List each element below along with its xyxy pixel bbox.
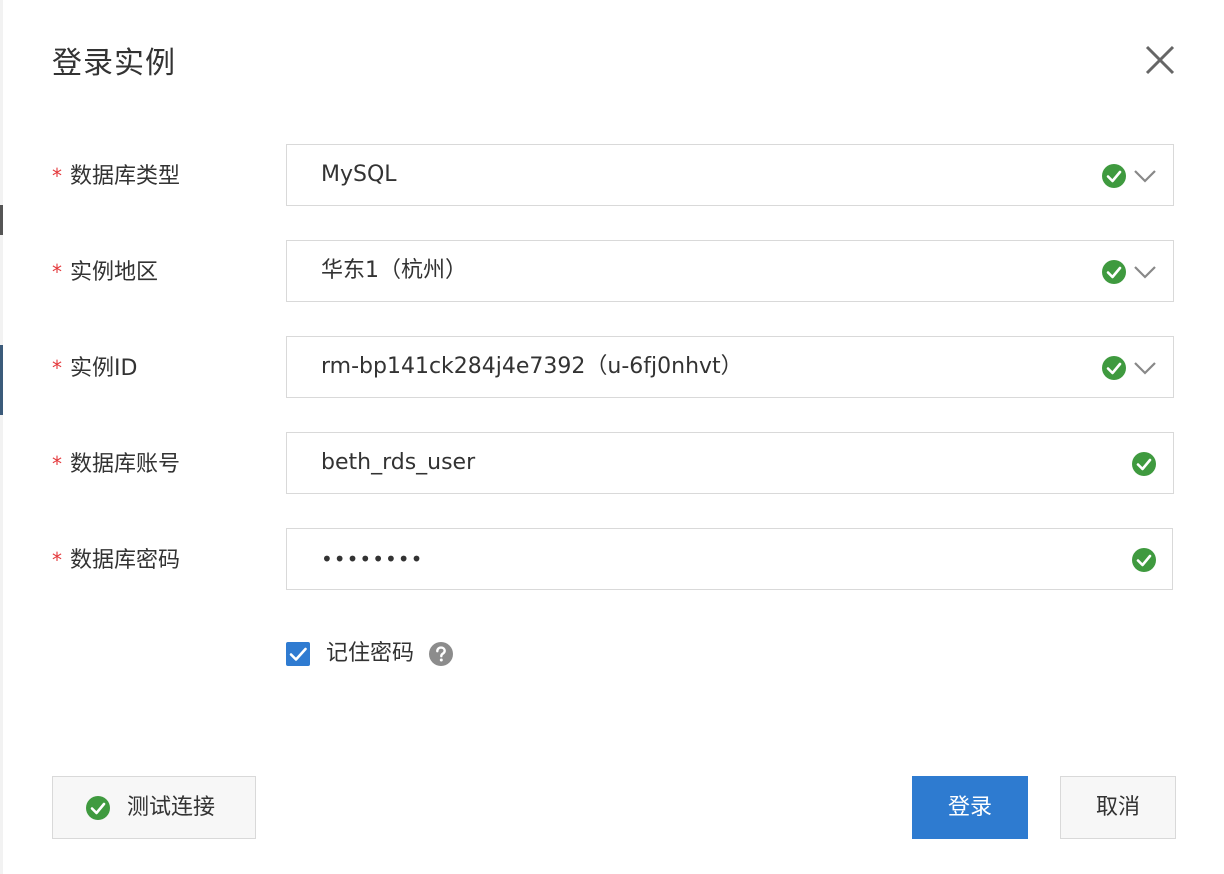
db-type-value: MySQL xyxy=(321,162,397,187)
dialog-title: 登录实例 xyxy=(52,46,176,81)
db-type-label: * 数据库类型 xyxy=(52,164,181,189)
check-circle-icon xyxy=(1132,452,1156,476)
db-type-select[interactable]: MySQL xyxy=(286,144,1174,206)
question-circle-icon[interactable] xyxy=(428,641,454,667)
form-row-region: * 实例地区 华东1（杭州） xyxy=(6,240,1224,304)
region-select[interactable]: 华东1（杭州） xyxy=(286,240,1174,302)
check-circle-icon xyxy=(1102,356,1126,380)
test-connection-button[interactable]: 测试连接 xyxy=(52,776,256,839)
cancel-button[interactable]: 取消 xyxy=(1060,776,1176,839)
form-row-db-password: * 数据库密码 •••••••• xyxy=(6,528,1224,592)
login-instance-dialog: 登录实例 * 数据库类型 MySQL * 实例地区 华东1（杭州） * 实例ID… xyxy=(6,0,1224,874)
check-circle-icon xyxy=(1102,164,1126,188)
region-value: 华东1（杭州） xyxy=(321,258,467,283)
check-circle-icon xyxy=(1102,260,1126,284)
required-mark: * xyxy=(52,164,62,188)
db-password-value: •••••••• xyxy=(321,547,424,571)
close-icon xyxy=(1145,45,1175,75)
form-row-db-account: * 数据库账号 beth_rds_user xyxy=(6,432,1224,496)
region-label: * 实例地区 xyxy=(52,260,159,285)
close-button[interactable] xyxy=(1142,42,1178,78)
form-row-db-type: * 数据库类型 MySQL xyxy=(6,144,1224,208)
remember-password-label[interactable]: 记住密码 xyxy=(326,638,414,670)
check-circle-icon xyxy=(86,796,110,820)
remember-password-checkbox[interactable] xyxy=(286,642,310,666)
login-button[interactable]: 登录 xyxy=(912,776,1028,839)
db-account-input[interactable]: beth_rds_user xyxy=(286,432,1174,494)
check-circle-icon xyxy=(1132,548,1156,572)
background-page-edge xyxy=(0,0,3,874)
chevron-down-icon xyxy=(1134,266,1156,279)
required-mark: * xyxy=(52,356,62,380)
db-account-label: * 数据库账号 xyxy=(52,452,181,477)
instance-id-select[interactable]: rm-bp141ck284j4e7392（u-6fj0nhvt） xyxy=(286,336,1174,398)
required-mark: * xyxy=(52,548,62,572)
chevron-down-icon xyxy=(1134,362,1156,375)
instance-id-label: * 实例ID xyxy=(52,356,138,381)
required-mark: * xyxy=(52,260,62,284)
instance-id-value: rm-bp141ck284j4e7392（u-6fj0nhvt） xyxy=(321,354,743,379)
test-connection-label: 测试连接 xyxy=(127,795,216,820)
db-password-input[interactable]: •••••••• xyxy=(286,528,1173,590)
form-row-instance-id: * 实例ID rm-bp141ck284j4e7392（u-6fj0nhvt） xyxy=(6,336,1224,400)
required-mark: * xyxy=(52,452,62,476)
chevron-down-icon xyxy=(1134,170,1156,183)
checkbox-checked-icon xyxy=(289,647,307,661)
db-account-value: beth_rds_user xyxy=(321,450,476,475)
db-password-label: * 数据库密码 xyxy=(52,548,181,573)
